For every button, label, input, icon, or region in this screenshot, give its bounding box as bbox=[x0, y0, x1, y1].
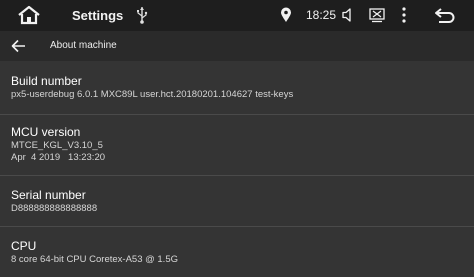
usb-icon bbox=[137, 7, 148, 24]
about-list: Build number px5-userdebug 6.0.1 MXC89L … bbox=[0, 61, 474, 277]
item-value: 8 core 64-bit CPU Coretex-A53 @ 1.5G bbox=[11, 254, 178, 265]
location-icon bbox=[281, 7, 291, 22]
arrow-back-icon[interactable] bbox=[11, 39, 26, 53]
back-icon[interactable] bbox=[433, 5, 457, 25]
serial-number-item[interactable]: Serial number D888888888888888 bbox=[0, 176, 474, 226]
home-icon[interactable] bbox=[17, 5, 41, 25]
volume-icon[interactable] bbox=[342, 7, 356, 23]
app-title: Settings bbox=[72, 8, 124, 23]
build-number-item[interactable]: Build number px5-userdebug 6.0.1 MXC89L … bbox=[0, 61, 474, 114]
item-label: Build number bbox=[11, 74, 82, 88]
item-label: MCU version bbox=[11, 125, 81, 139]
item-label: CPU bbox=[11, 239, 37, 253]
item-value-date: Apr 4 2019 13:23:20 bbox=[11, 152, 106, 163]
item-label: Serial number bbox=[11, 188, 86, 202]
clock-time: 18:25 bbox=[306, 8, 337, 22]
toolbar: About machine bbox=[0, 31, 474, 61]
mcu-version-item[interactable]: MCU version MTCE_KGL_V3.10_5 Apr 4 2019 … bbox=[0, 115, 474, 175]
page-title: About machine bbox=[50, 40, 117, 51]
item-value: MTCE_KGL_V3.10_5 bbox=[11, 140, 103, 151]
more-vert-icon[interactable] bbox=[399, 6, 409, 24]
item-value: D888888888888888 bbox=[11, 203, 98, 214]
cpu-item[interactable]: CPU 8 core 64-bit CPU Coretex-A53 @ 1.5G bbox=[0, 227, 474, 277]
screenshot-icon[interactable] bbox=[369, 7, 385, 23]
status-bar: Settings 18:25 bbox=[0, 0, 474, 31]
item-value: px5-userdebug 6.0.1 MXC89L user.hct.2018… bbox=[11, 89, 294, 100]
